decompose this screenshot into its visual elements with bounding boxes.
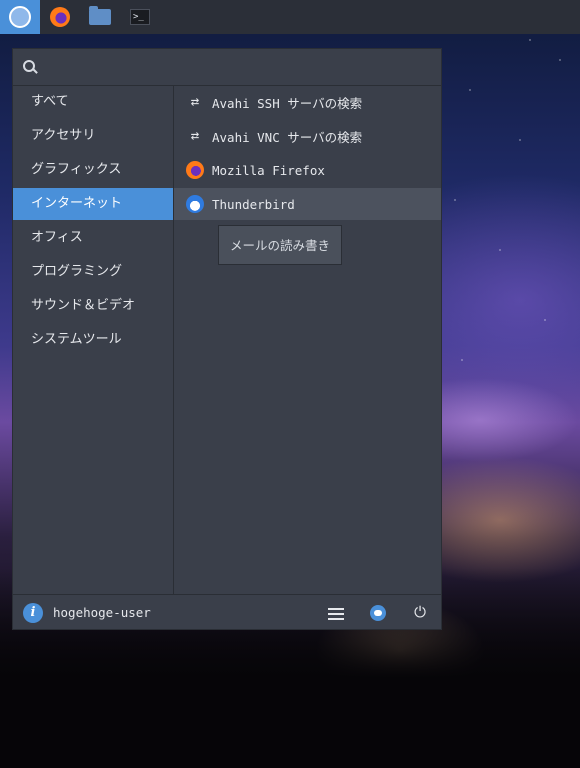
username: hogehoge-user <box>53 605 151 620</box>
applications-menu-button[interactable] <box>0 0 40 34</box>
power-button[interactable]: ⏻ <box>399 596 441 630</box>
file-manager-launcher[interactable] <box>80 0 120 34</box>
category-internet[interactable]: インターネット <box>13 188 173 220</box>
category-system-tools[interactable]: システムツール <box>13 324 173 356</box>
app-thunderbird[interactable]: Thunderbird <box>174 188 441 220</box>
category-list: すべて アクセサリ グラフィックス インターネット オフィス プログラミング サ… <box>13 86 174 594</box>
applications-menu: すべて アクセサリ グラフィックス インターネット オフィス プログラミング サ… <box>12 48 442 630</box>
menu-footer: i hogehoge-user ⏻ <box>13 594 441 630</box>
app-label: Avahi SSH サーバの検索 <box>212 95 363 111</box>
search-icon <box>23 60 37 74</box>
toggle-button[interactable] <box>357 596 399 630</box>
swap-arrows-icon: ⇄ <box>190 94 200 110</box>
info-icon[interactable]: i <box>23 602 43 623</box>
category-programming[interactable]: プログラミング <box>13 256 173 288</box>
swap-arrows-icon: ⇄ <box>190 128 200 144</box>
tooltip: メールの読み書き <box>218 225 342 265</box>
app-firefox[interactable]: Mozilla Firefox <box>174 154 441 186</box>
category-office[interactable]: オフィス <box>13 222 173 254</box>
firefox-icon <box>186 161 204 179</box>
power-icon: ⏻ <box>414 603 426 621</box>
app-avahi-vnc[interactable]: ⇄ Avahi VNC サーバの検索 <box>174 120 441 152</box>
footer-actions: ⏻ <box>315 596 441 630</box>
thunderbird-icon <box>186 195 204 213</box>
app-label: Thunderbird <box>212 196 295 212</box>
top-taskbar: >_ <box>0 0 580 34</box>
category-sound-video[interactable]: サウンド＆ビデオ <box>13 290 173 322</box>
firefox-icon <box>50 7 70 27</box>
category-accessories[interactable]: アクセサリ <box>13 120 173 152</box>
menu-logo-icon <box>9 6 31 28</box>
toggle-icon <box>370 604 386 621</box>
app-label: Mozilla Firefox <box>212 162 325 178</box>
terminal-launcher[interactable]: >_ <box>120 0 160 34</box>
firefox-launcher[interactable] <box>40 0 80 34</box>
terminal-icon: >_ <box>130 9 150 25</box>
category-all[interactable]: すべて <box>13 86 173 118</box>
category-graphics[interactable]: グラフィックス <box>13 154 173 186</box>
settings-button[interactable] <box>315 596 357 630</box>
app-list: ⇄ Avahi SSH サーバの検索 ⇄ Avahi VNC サーバの検索 Mo… <box>174 86 441 594</box>
folder-icon <box>89 6 111 25</box>
search-bar <box>13 49 441 86</box>
settings-icon <box>328 606 344 620</box>
app-label: Avahi VNC サーバの検索 <box>212 129 363 145</box>
search-input[interactable] <box>45 54 429 80</box>
app-avahi-ssh[interactable]: ⇄ Avahi SSH サーバの検索 <box>174 86 441 118</box>
